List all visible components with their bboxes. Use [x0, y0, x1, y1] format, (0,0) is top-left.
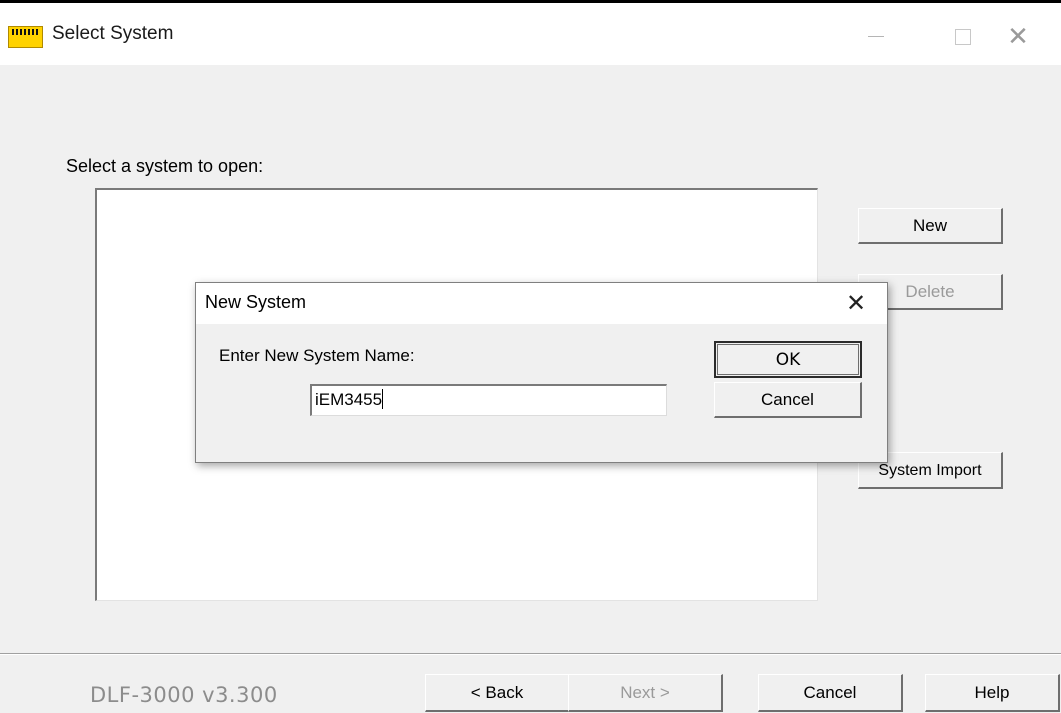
cancel-button[interactable]: Cancel	[758, 674, 903, 712]
maximize-icon[interactable]	[940, 17, 986, 55]
new-system-dialog: New System ✕ Enter New System Name: iEM3…	[195, 282, 888, 463]
version-label: DLF-3000 v3.300	[90, 683, 278, 707]
system-name-label: Enter New System Name:	[219, 346, 415, 365]
next-button[interactable]: Next >	[568, 674, 723, 712]
dialog-title: New System	[205, 292, 307, 312]
dialog-close-icon[interactable]: ✕	[836, 286, 876, 322]
footer-separator	[0, 653, 1061, 655]
close-icon[interactable]: ✕	[995, 17, 1041, 55]
minimize-icon[interactable]	[853, 17, 899, 55]
text-caret	[382, 389, 384, 409]
ok-button[interactable]: OK	[714, 341, 862, 378]
app-icon	[8, 26, 43, 48]
system-name-value: iEM3455	[315, 390, 383, 409]
system-name-input[interactable]: iEM3455	[310, 384, 667, 416]
window-titlebar[interactable]: Select System ✕	[0, 3, 1061, 65]
new-button[interactable]: New	[858, 208, 1003, 244]
help-button[interactable]: Help	[925, 674, 1060, 712]
back-button[interactable]: < Back	[425, 674, 570, 712]
dialog-titlebar[interactable]: New System ✕	[196, 283, 887, 324]
dialog-cancel-button[interactable]: Cancel	[714, 382, 862, 418]
select-system-window: Select System ✕ Select a system to open:…	[0, 3, 1061, 713]
window-title: Select System	[52, 23, 174, 44]
select-prompt-label: Select a system to open:	[66, 156, 264, 176]
